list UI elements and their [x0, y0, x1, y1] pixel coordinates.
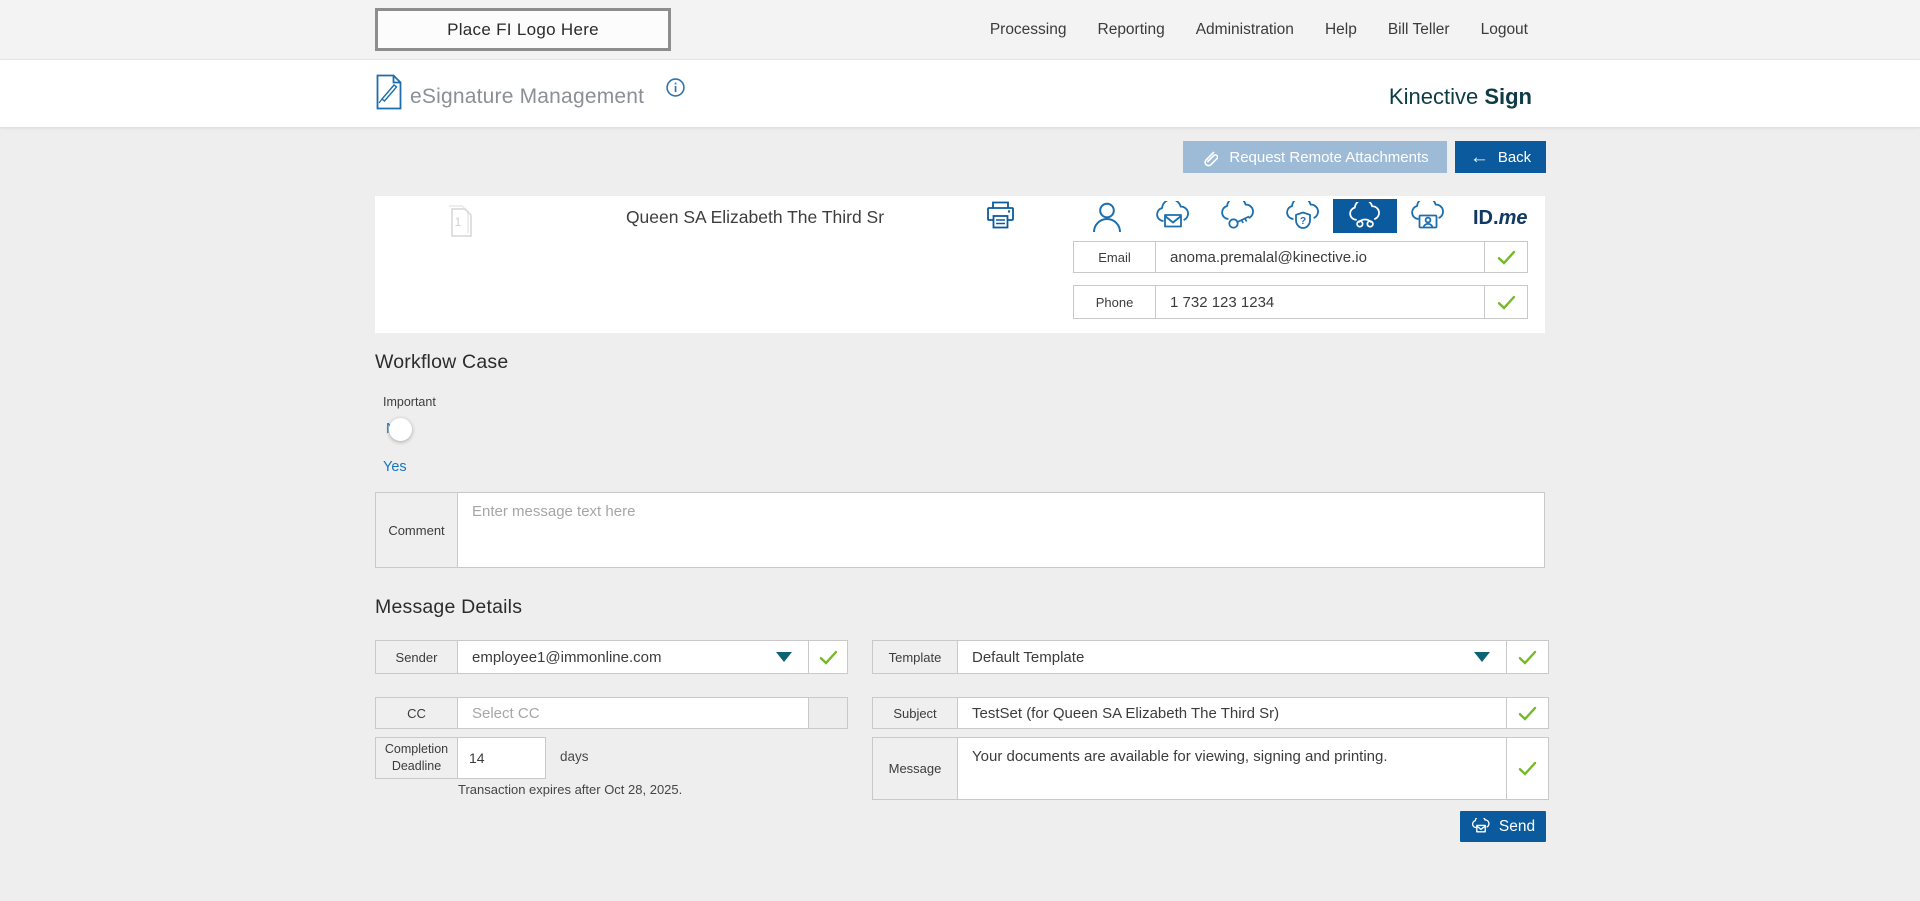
back-label: Back	[1498, 149, 1531, 166]
completion-label-line2: Deadline	[392, 758, 441, 775]
message-row: Message Your documents are available for…	[872, 737, 1549, 800]
days-unit-label: days	[560, 749, 589, 764]
esignature-management-screen: Place FI Logo Here Processing Reporting …	[0, 0, 1920, 901]
idme-prefix: ID.	[1473, 207, 1499, 229]
nav-processing[interactable]: Processing	[990, 21, 1067, 39]
chevron-down-icon	[776, 652, 792, 662]
svg-text:1: 1	[455, 215, 462, 229]
nav-logout[interactable]: Logout	[1481, 21, 1528, 39]
sender-label: Sender	[376, 641, 458, 673]
subject-row: Subject	[872, 697, 1549, 729]
email-input[interactable]	[1156, 242, 1484, 272]
cc-input[interactable]	[458, 698, 808, 728]
sender-value: employee1@immonline.com	[458, 649, 776, 666]
request-remote-attachments-button[interactable]: Request Remote Attachments	[1183, 141, 1447, 173]
template-valid-check	[1506, 641, 1548, 673]
phone-delivery-active-tile[interactable]	[1333, 199, 1397, 233]
template-value: Default Template	[958, 649, 1474, 666]
recipient-email-row: Email	[1073, 241, 1528, 273]
phone-delivery-cloud-icon	[1347, 202, 1383, 230]
sender-row: Sender employee1@immonline.com	[375, 640, 848, 674]
important-label: Important	[383, 395, 436, 409]
top-bar: Place FI Logo Here Processing Reporting …	[0, 0, 1920, 60]
cc-label: CC	[376, 698, 458, 728]
send-label: Send	[1499, 818, 1535, 836]
idme-suffix: me	[1499, 207, 1528, 229]
page-header	[0, 60, 1920, 127]
back-arrow-icon: ←	[1470, 148, 1489, 167]
message-details-heading: Message Details	[375, 596, 522, 619]
completion-deadline-row: Completion Deadline	[375, 737, 546, 779]
recipient-name: Queen SA Elizabeth The Third Sr	[560, 207, 950, 228]
important-toggle-knob[interactable]	[389, 418, 412, 441]
esignature-doc-pen-icon	[375, 74, 403, 110]
phone-label: Phone	[1074, 286, 1156, 318]
completion-deadline-label: Completion Deadline	[376, 738, 458, 778]
security-question-cloud-icon[interactable]: ?	[1284, 201, 1322, 233]
nav-reporting[interactable]: Reporting	[1098, 21, 1165, 39]
workflow-case-heading: Workflow Case	[375, 351, 508, 374]
email-valid-check	[1484, 242, 1527, 272]
subject-valid-check	[1506, 698, 1548, 728]
send-envelope-icon	[1471, 818, 1491, 835]
template-row: Template Default Template	[872, 640, 1549, 674]
comment-label: Comment	[376, 493, 458, 567]
email-delivery-cloud-icon[interactable]	[1154, 201, 1192, 233]
comment-textarea[interactable]	[458, 493, 1544, 567]
important-option-yes[interactable]: Yes	[383, 459, 407, 475]
completion-label-line1: Completion	[385, 741, 448, 758]
cc-row: CC	[375, 697, 848, 729]
fi-logo-text: Place FI Logo Here	[447, 20, 599, 40]
template-dropdown[interactable]: Default Template	[958, 641, 1506, 673]
id-verification-cloud-icon[interactable]	[1409, 201, 1447, 233]
subject-input[interactable]	[958, 698, 1506, 728]
recipient-phone-row: Phone	[1073, 285, 1528, 319]
message-label: Message	[873, 738, 958, 799]
deadline-days-input[interactable]	[458, 738, 545, 778]
sender-dropdown[interactable]: employee1@immonline.com	[458, 641, 808, 673]
recipient-person-icon[interactable]	[1092, 202, 1122, 233]
svg-text:?: ?	[1300, 216, 1306, 227]
message-valid-check	[1506, 738, 1548, 799]
comment-row: Comment	[375, 492, 1545, 568]
page-title: eSignature Management	[410, 85, 644, 109]
back-button[interactable]: ← Back	[1455, 141, 1546, 173]
email-label: Email	[1074, 242, 1156, 272]
cc-check-placeholder	[808, 698, 847, 728]
chevron-down-icon	[1474, 652, 1490, 662]
nav-administration[interactable]: Administration	[1196, 21, 1294, 39]
print-icon[interactable]	[985, 200, 1016, 230]
request-remote-attachments-label: Request Remote Attachments	[1229, 149, 1428, 166]
template-label: Template	[873, 641, 958, 673]
subject-label: Subject	[873, 698, 958, 728]
kinective-sign-logo: Kinective Sign	[1330, 84, 1532, 110]
access-key-cloud-icon[interactable]	[1219, 201, 1257, 233]
nav-help[interactable]: Help	[1325, 21, 1357, 39]
transaction-expires-note: Transaction expires after Oct 28, 2025.	[458, 782, 682, 797]
nav-user-bill-teller[interactable]: Bill Teller	[1388, 21, 1450, 39]
paperclip-icon	[1201, 148, 1218, 167]
main-nav: Processing Reporting Administration Help…	[990, 0, 1528, 60]
document-count-icon[interactable]: 1	[447, 204, 474, 238]
send-button[interactable]: Send	[1460, 811, 1546, 842]
brand-name: Kinective	[1389, 84, 1478, 109]
sender-valid-check	[808, 641, 847, 673]
message-textarea[interactable]: Your documents are available for viewing…	[958, 738, 1506, 799]
phone-input[interactable]	[1156, 286, 1484, 318]
idme-logo[interactable]: ID.me	[1473, 207, 1527, 230]
phone-valid-check	[1484, 286, 1527, 318]
brand-product: Sign	[1484, 84, 1532, 109]
info-icon[interactable]	[666, 78, 685, 97]
fi-logo-placeholder: Place FI Logo Here	[375, 8, 671, 51]
